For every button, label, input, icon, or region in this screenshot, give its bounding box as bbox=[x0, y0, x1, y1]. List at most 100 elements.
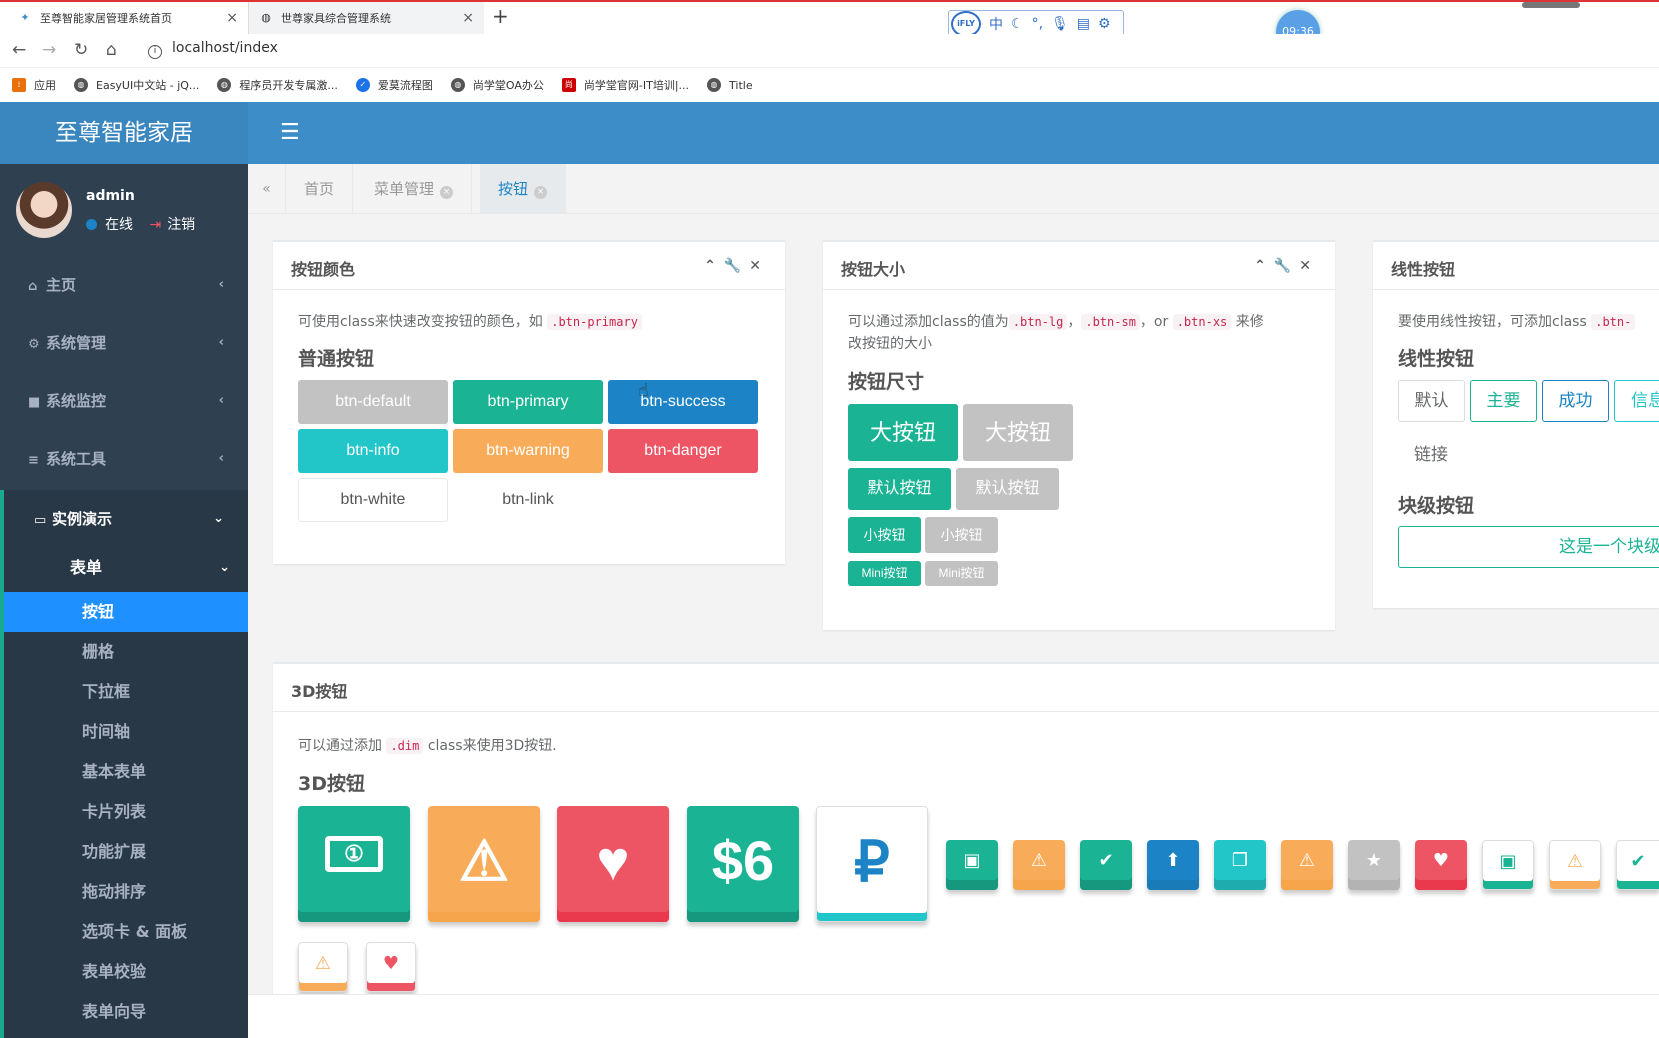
dim-small-money[interactable]: ▣ bbox=[946, 840, 998, 890]
btn-small-default[interactable]: 小按钮 bbox=[925, 517, 998, 553]
logout-link[interactable]: 注销 bbox=[167, 217, 195, 233]
punctuation-icon[interactable]: °, bbox=[1032, 16, 1043, 32]
tab-buttons[interactable]: 按钮 × bbox=[480, 164, 567, 214]
tab-menu-management[interactable]: 菜单管理 × bbox=[356, 164, 473, 214]
btn-mini-default[interactable]: Mini按钮 bbox=[925, 561, 998, 586]
btn-warning[interactable]: btn-warning bbox=[453, 429, 603, 473]
bookmark-apps[interactable]: ⁞ 应用 bbox=[12, 77, 56, 93]
close-tab-icon[interactable]: × bbox=[462, 10, 474, 26]
double-chevron-left-icon[interactable]: « bbox=[248, 164, 286, 214]
sidebar-sub-item[interactable]: 下拉框 bbox=[0, 672, 248, 712]
btn-large-primary[interactable]: 大按钮 bbox=[848, 404, 958, 461]
dim-small-warning-white[interactable]: ⚠ bbox=[298, 942, 348, 992]
btn-success[interactable]: btn-success bbox=[608, 380, 758, 424]
dim-small-warning-white[interactable]: ⚠ bbox=[1549, 840, 1601, 890]
dim-button-dollar[interactable]: $6 bbox=[687, 806, 799, 922]
sidebar-sub-item[interactable]: 时间轴 bbox=[0, 712, 248, 752]
dim-small-upload[interactable]: ⬆ bbox=[1147, 840, 1199, 890]
outline-button-link[interactable]: 链接 bbox=[1414, 440, 1448, 465]
browser-tab[interactable]: ◍ 世尊家具综合管理系统 × bbox=[248, 2, 484, 34]
sidebar-group-form[interactable]: 表单 ⌄ bbox=[0, 544, 248, 592]
info-icon[interactable]: i bbox=[148, 45, 162, 59]
sidebar-item-tools[interactable]: ≡ 系统工具 ‹ bbox=[0, 430, 248, 488]
menu-toggle-icon[interactable]: ☰ bbox=[280, 120, 300, 145]
browser-tab-active[interactable]: ✦ 至尊智能家居管理系统首页 × bbox=[8, 2, 248, 34]
sidebar-sub-item[interactable]: 基本表单 bbox=[0, 752, 248, 792]
btn-default[interactable]: btn-default bbox=[298, 380, 448, 424]
avatar[interactable] bbox=[16, 182, 72, 238]
chevron-up-icon[interactable]: ⌃ bbox=[1254, 258, 1274, 274]
forward-arrow-icon[interactable]: → bbox=[42, 40, 56, 60]
gear-icon[interactable]: ⚙ bbox=[1098, 16, 1111, 32]
sidebar-sub-item[interactable]: 拖动排序 bbox=[0, 872, 248, 912]
dim-button-heart[interactable]: ♥ bbox=[557, 806, 669, 922]
reload-icon[interactable]: ↻ bbox=[74, 40, 88, 60]
btn-normal-primary[interactable]: 默认按钮 bbox=[848, 468, 951, 510]
outline-button-primary[interactable]: 主要 bbox=[1470, 380, 1537, 422]
outline-button-default[interactable]: 默认 bbox=[1398, 380, 1465, 422]
close-icon[interactable]: ✕ bbox=[749, 258, 769, 274]
btn-danger[interactable]: btn-danger bbox=[608, 429, 758, 473]
wrench-icon[interactable]: 🔧 bbox=[1274, 258, 1299, 274]
btn-large-default[interactable]: 大按钮 bbox=[963, 404, 1073, 461]
sidebar-sub-item[interactable]: 表单校验 bbox=[0, 952, 248, 992]
dim-small-copy[interactable]: ❐ bbox=[1214, 840, 1266, 890]
sidebar-sub-item[interactable]: 表单向导 bbox=[0, 992, 248, 1038]
btn-white[interactable]: btn-white bbox=[298, 478, 448, 522]
bookmark-item[interactable]: ◍ 程序员开发专属激... bbox=[217, 77, 338, 93]
dim-small-check[interactable]: ✔ bbox=[1080, 840, 1132, 890]
close-icon[interactable]: ✕ bbox=[1299, 258, 1319, 274]
logout-icon[interactable]: ⇥ bbox=[149, 217, 161, 233]
ime-mode[interactable]: 中 bbox=[989, 14, 1003, 34]
outline-button-success[interactable]: 成功 bbox=[1542, 380, 1609, 422]
dim-small-heart-white[interactable]: ♥ bbox=[366, 942, 416, 992]
sidebar-sub-item[interactable]: 选项卡 & 面板 bbox=[0, 912, 248, 952]
dollar-label: $6 bbox=[711, 829, 775, 892]
dim-small-warning[interactable]: ⚠ bbox=[1013, 840, 1065, 890]
bookmark-item[interactable]: 尚尚学堂官网-IT培训|... bbox=[561, 77, 689, 93]
btn-normal-default[interactable]: 默认按钮 bbox=[956, 468, 1059, 510]
dim-button-money[interactable]: ① bbox=[298, 806, 410, 922]
keyboard-icon[interactable]: ▤ bbox=[1077, 16, 1090, 32]
close-tab-icon[interactable]: × bbox=[226, 10, 238, 26]
back-arrow-icon[interactable]: ← bbox=[12, 40, 26, 60]
tab-home[interactable]: 首页 bbox=[286, 164, 354, 214]
bookmark-item[interactable]: ◍ 尚学堂OA办公 bbox=[450, 77, 544, 93]
sidebar-item-home[interactable]: ⌂ 主页 ‹ bbox=[0, 256, 248, 314]
dim-small-check-white[interactable]: ✔ bbox=[1616, 840, 1659, 890]
dim-button-warning[interactable]: ⚠ bbox=[428, 806, 540, 922]
block-button[interactable]: 这是一个块级 bbox=[1398, 526, 1659, 568]
btn-small-primary[interactable]: 小按钮 bbox=[848, 517, 921, 553]
home-icon[interactable]: ⌂ bbox=[106, 40, 117, 60]
btn-mini-primary[interactable]: Mini按钮 bbox=[848, 561, 921, 586]
panel-description: 要使用线性按钮，可添加class .btn- bbox=[1398, 311, 1636, 333]
close-tab-icon[interactable]: × bbox=[534, 186, 548, 199]
dim-button-ruble[interactable]: ₽ bbox=[816, 806, 928, 922]
sidebar-item-demo[interactable]: ▭ 实例演示 ⌄ bbox=[0, 490, 248, 548]
dim-small-heart[interactable]: ♥ bbox=[1415, 840, 1467, 890]
dim-small-warning[interactable]: ⚠ bbox=[1281, 840, 1333, 890]
sidebar-sub-item-buttons[interactable]: 按钮 bbox=[0, 592, 248, 632]
new-tab-button[interactable]: + bbox=[492, 4, 509, 28]
dim-small-star[interactable]: ★ bbox=[1348, 840, 1400, 890]
moon-icon[interactable]: ☾ bbox=[1011, 16, 1024, 32]
bookmark-item[interactable]: ◍ Title bbox=[707, 78, 753, 92]
dim-small-money-white[interactable]: ▣ bbox=[1482, 840, 1534, 890]
sidebar-sub-item[interactable]: 栅格 bbox=[0, 632, 248, 672]
url-field[interactable]: i localhost/index bbox=[148, 40, 278, 59]
online-dot-icon bbox=[86, 219, 97, 230]
sidebar-item-monitor[interactable]: ■ 系统监控 ‹ bbox=[0, 372, 248, 430]
bookmark-item[interactable]: ◍ EasyUI中文站 - jQ... bbox=[74, 77, 199, 93]
outline-button-info[interactable]: 信息 bbox=[1614, 380, 1659, 422]
btn-info[interactable]: btn-info bbox=[298, 429, 448, 473]
bookmark-item[interactable]: ✓ 爱莫流程图 bbox=[355, 77, 433, 93]
btn-primary[interactable]: btn-primary bbox=[453, 380, 603, 424]
sidebar-item-system[interactable]: ⚙ 系统管理 ‹ bbox=[0, 314, 248, 372]
wrench-icon[interactable]: 🔧 bbox=[724, 258, 749, 274]
sidebar-sub-item[interactable]: 卡片列表 bbox=[0, 792, 248, 832]
microphone-icon[interactable]: 🎙 bbox=[1051, 16, 1069, 32]
sidebar-sub-item[interactable]: 功能扩展 bbox=[0, 832, 248, 872]
chevron-up-icon[interactable]: ⌃ bbox=[704, 258, 724, 274]
close-tab-icon[interactable]: × bbox=[440, 186, 454, 199]
btn-link[interactable]: btn-link bbox=[453, 478, 603, 522]
